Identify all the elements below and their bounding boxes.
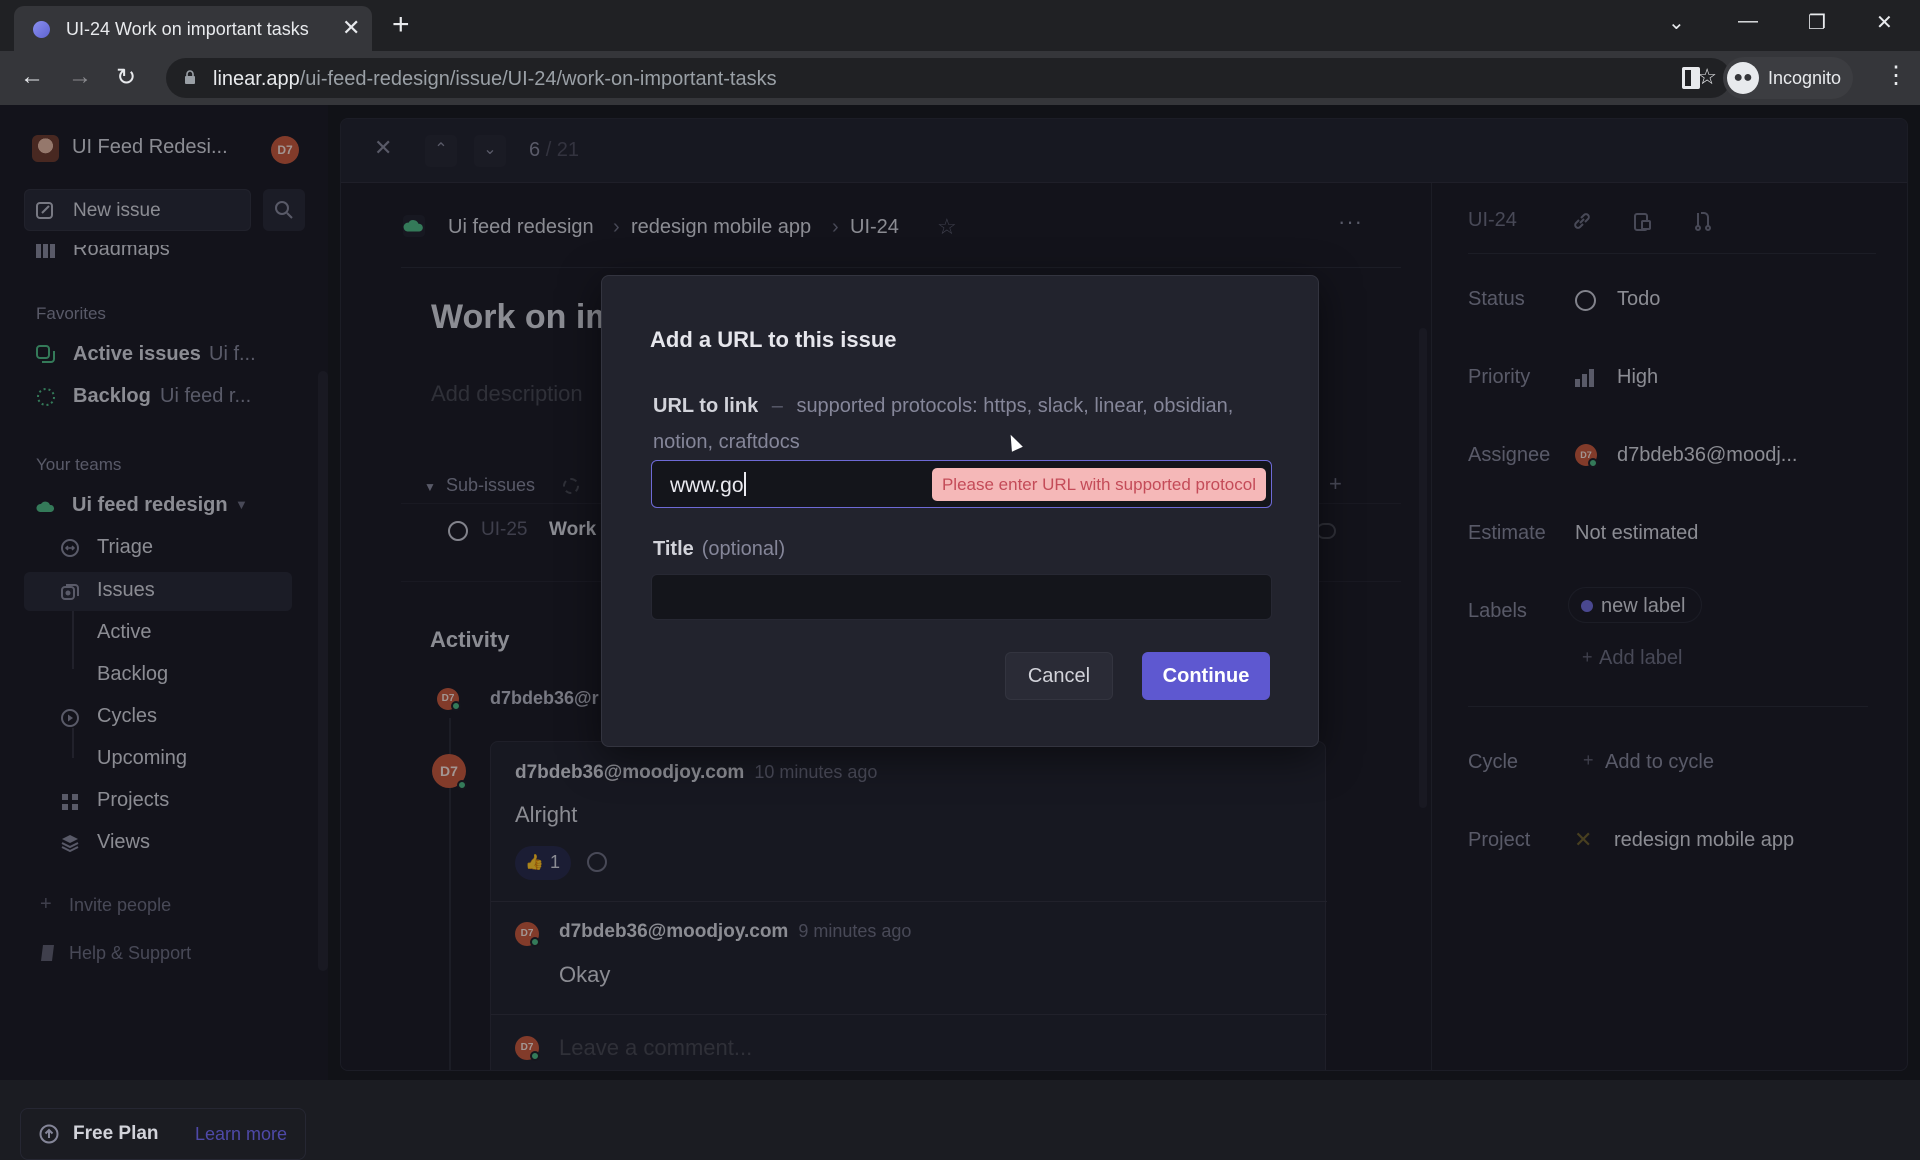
close-window-button[interactable]: ✕ <box>1876 10 1893 35</box>
minimize-button[interactable]: — <box>1738 10 1758 33</box>
incognito-label: Incognito <box>1768 68 1842 88</box>
browser-tab[interactable]: UI-24 Work on important tasks ✕ <box>14 6 372 51</box>
incognito-icon: ●● <box>1727 62 1759 94</box>
reload-button[interactable]: ↻ <box>116 63 136 92</box>
label-separator: – <box>771 395 783 417</box>
learn-more-link[interactable]: Learn more <box>195 1124 287 1145</box>
back-button[interactable]: ← <box>20 63 44 91</box>
address-bar[interactable]: linear.app/ui-feed-redesign/issue/UI-24/… <box>166 58 1731 98</box>
url-input[interactable]: www.go Please enter URL with supported p… <box>651 460 1272 508</box>
text-caret <box>743 472 746 496</box>
upgrade-arrow-icon <box>39 1124 59 1144</box>
add-url-dialog: Add a URL to this issue URL to link – su… <box>601 275 1319 747</box>
address-bar-row: ← → ↻ linear.app/ui-feed-redesign/issue/… <box>0 51 1920 105</box>
url-field-label: URL to link – supported protocols: https… <box>653 388 1273 460</box>
tab-title: UI-24 Work on important tasks <box>66 19 309 39</box>
close-tab-icon[interactable]: ✕ <box>342 15 360 41</box>
title-label-text: Title <box>653 538 694 560</box>
title-optional-text: (optional) <box>701 538 786 560</box>
tab-search-icon[interactable]: ⌄ <box>1668 10 1685 35</box>
title-input[interactable] <box>651 574 1272 620</box>
url-text: linear.app/ui-feed-redesign/issue/UI-24/… <box>213 68 777 90</box>
plan-label: Free Plan <box>73 1123 159 1144</box>
forward-button[interactable]: → <box>68 63 92 91</box>
browser-tab-bar: UI-24 Work on important tasks ✕ + ⌄ — ❐ … <box>0 0 1920 51</box>
continue-button[interactable]: Continue <box>1142 652 1270 700</box>
free-plan-banner: Free Plan Learn more <box>20 1108 306 1160</box>
url-input-value: www.go <box>670 474 744 497</box>
incognito-profile-button[interactable]: ●● Incognito <box>1723 57 1853 99</box>
new-tab-button[interactable]: + <box>392 8 410 42</box>
browser-menu-icon[interactable]: ⋮ <box>1884 61 1908 90</box>
bookmark-star-icon[interactable]: ☆ <box>1697 64 1717 90</box>
restore-button[interactable]: ❐ <box>1808 10 1826 35</box>
url-label-text: URL to link <box>653 395 759 417</box>
side-panel-icon[interactable] <box>1682 67 1700 89</box>
dialog-title: Add a URL to this issue <box>650 327 897 352</box>
lock-icon <box>185 70 195 84</box>
cancel-button[interactable]: Cancel <box>1005 652 1113 700</box>
url-error-message: Please enter URL with supported protocol <box>931 468 1266 501</box>
linear-favicon-icon <box>33 21 50 38</box>
title-field-label: Title (optional) <box>653 538 785 561</box>
